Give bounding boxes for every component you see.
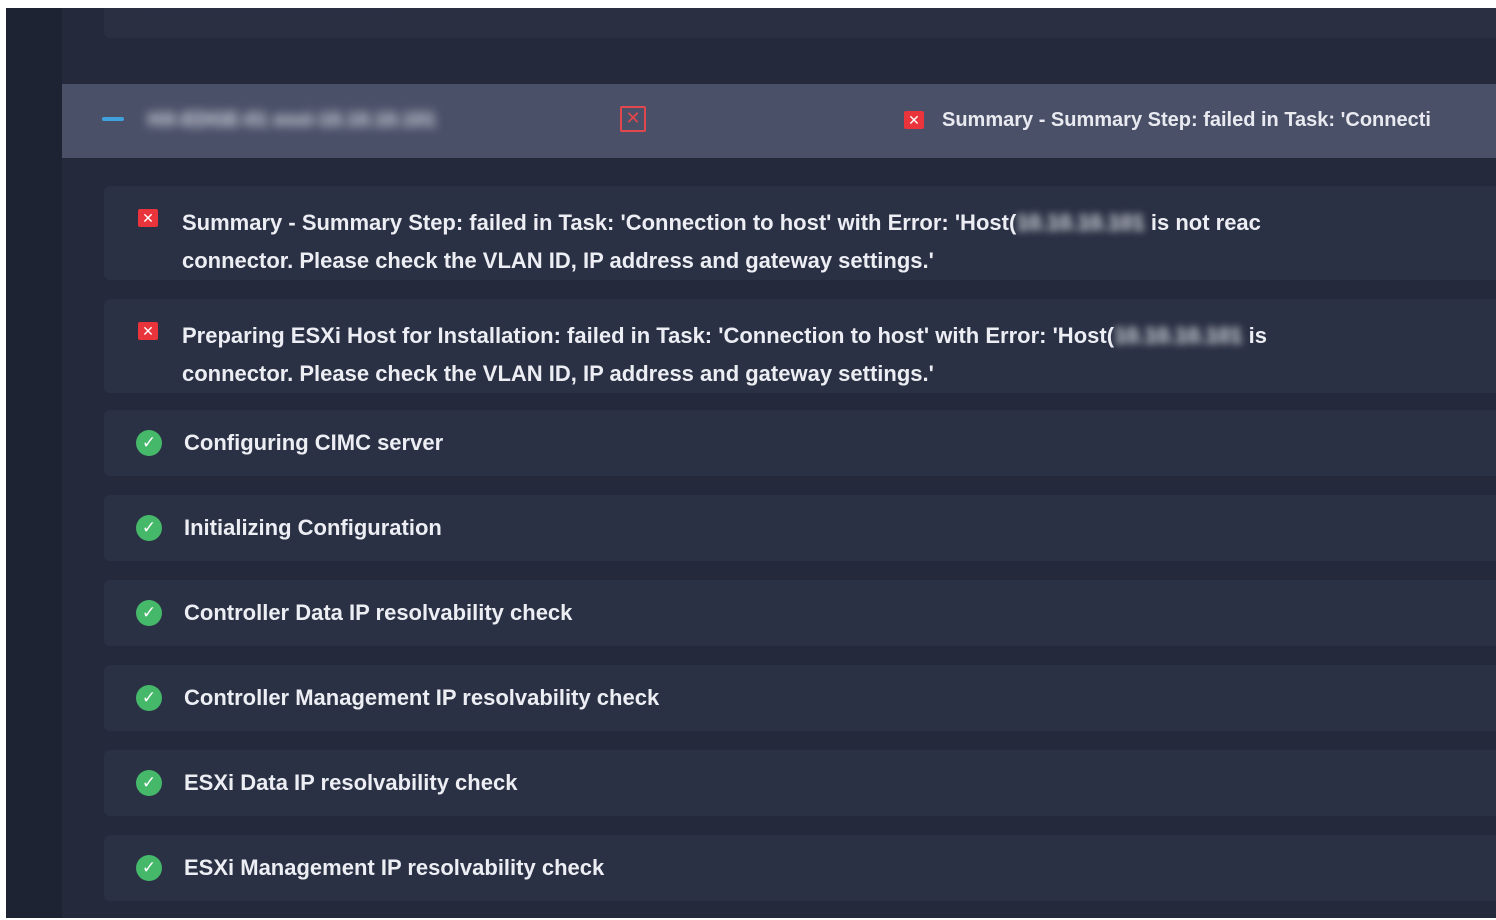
collapse-icon[interactable] <box>102 117 124 121</box>
step-row-configuring-cimc: ✓ Configuring CIMC server <box>104 410 1496 476</box>
previous-step-row <box>104 8 1496 38</box>
error-icon: ✕ <box>138 209 158 227</box>
step-label: Configuring CIMC server <box>184 430 444 455</box>
step-row-controller-data-ip: ✓ Controller Data IP resolvability check <box>104 580 1496 646</box>
step-message-line1: Summary - Summary Step: failed in Task: … <box>182 204 1261 242</box>
check-circle-icon: ✓ <box>136 600 162 626</box>
step-message-line1: Preparing ESXi Host for Installation: fa… <box>182 317 1267 355</box>
error-icon: ✕ <box>904 111 924 129</box>
check-circle-icon: ✓ <box>136 685 162 711</box>
header-status-message: Summary - Summary Step: failed in Task: … <box>942 108 1431 131</box>
step-row-initializing-config: ✓ Initializing Configuration <box>104 495 1496 561</box>
redacted-host-ip: 10.10.10.101 <box>1016 210 1145 235</box>
redacted-host-ip: 10.10.10.101 <box>1114 323 1243 348</box>
check-circle-icon: ✓ <box>136 770 162 796</box>
check-circle-icon: ✓ <box>136 430 162 456</box>
remove-host-button[interactable]: ✕ <box>620 106 646 132</box>
check-circle-icon: ✓ <box>136 855 162 881</box>
header-status: ✕ Summary - Summary Step: failed in Task… <box>904 104 1496 136</box>
step-row-summary: ✕ Summary - Summary Step: failed in Task… <box>104 186 1496 280</box>
step-label: ESXi Data IP resolvability check <box>184 770 518 795</box>
step-label: Controller Data IP resolvability check <box>184 600 573 625</box>
step-row-controller-mgmt-ip: ✓ Controller Management IP resolvability… <box>104 665 1496 731</box>
step-row-preparing-esxi: ✕ Preparing ESXi Host for Installation: … <box>104 299 1496 393</box>
host-group-header[interactable]: HX-EDGE-01 esxi-10.10.10.101 ✕ ✕ Summary… <box>62 84 1496 158</box>
step-message-text: Preparing ESXi Host for Installation: fa… <box>182 323 1115 348</box>
step-message: Summary - Summary Step: failed in Task: … <box>182 204 1261 280</box>
step-message: Preparing ESXi Host for Installation: fa… <box>182 317 1267 393</box>
install-progress-panel: HX-EDGE-01 esxi-10.10.10.101 ✕ ✕ Summary… <box>6 8 1496 918</box>
step-message-line2: connector. Please check the VLAN ID, IP … <box>182 361 934 386</box>
step-row-esxi-mgmt-ip: ✓ ESXi Management IP resolvability check <box>104 835 1496 901</box>
error-icon: ✕ <box>138 322 158 340</box>
host-name-label: HX-EDGE-01 esxi-10.10.10.101 <box>148 109 436 131</box>
step-message-line2: connector. Please check the VLAN ID, IP … <box>182 248 934 273</box>
step-label: Controller Management IP resolvability c… <box>184 685 660 710</box>
step-label: Initializing Configuration <box>184 515 442 540</box>
step-row-esxi-data-ip: ✓ ESXi Data IP resolvability check <box>104 750 1496 816</box>
step-message-text: is not reac <box>1144 210 1261 235</box>
step-message-text: is <box>1242 323 1267 348</box>
step-label: ESXi Management IP resolvability check <box>184 855 605 880</box>
step-message-text: Summary - Summary Step: failed in Task: … <box>182 210 1017 235</box>
check-circle-icon: ✓ <box>136 515 162 541</box>
left-rail <box>6 8 62 918</box>
